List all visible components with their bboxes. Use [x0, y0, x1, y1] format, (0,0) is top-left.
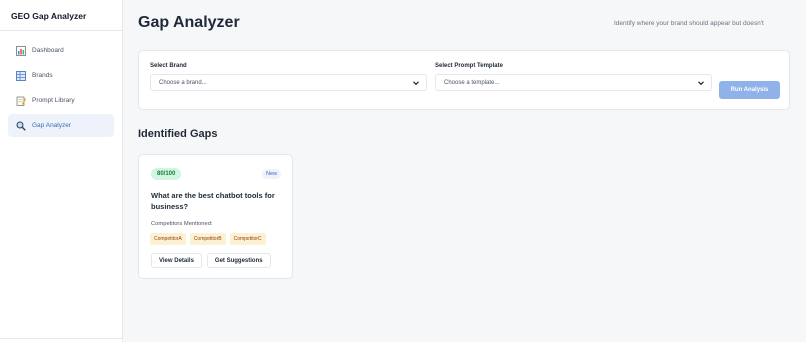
- sidebar: GEO Gap Analyzer Dashboard Brands Prompt…: [0, 0, 123, 342]
- page-title: Gap Analyzer: [138, 14, 240, 31]
- run-analysis-button[interactable]: Run Analysis: [719, 81, 780, 99]
- sidebar-item-label: Prompt Library: [32, 97, 75, 104]
- section-title-identified-gaps: Identified Gaps: [138, 128, 218, 140]
- brand-select-value: Choose a brand...: [159, 79, 207, 86]
- sidebar-item-brands[interactable]: Brands: [8, 64, 114, 87]
- competitor-chip: CompetitorA: [150, 233, 186, 245]
- competitor-chip: CompetitorC: [229, 233, 266, 245]
- gap-card: 80/100 New What are the best chatbot too…: [138, 154, 293, 279]
- table-icon: [16, 70, 26, 81]
- sidebar-item-label: Brands: [32, 72, 53, 79]
- app-title: GEO Gap Analyzer: [0, 0, 122, 31]
- sidebar-nav: Dashboard Brands Prompt Library Gap Anal…: [0, 31, 122, 137]
- competitors-label: Competitors Mentioned:: [151, 221, 213, 227]
- competitor-chip: CompetitorB: [189, 233, 226, 245]
- notepad-icon: [16, 96, 26, 106]
- sidebar-item-prompt-library[interactable]: Prompt Library: [8, 89, 114, 112]
- score-badge: 80/100: [151, 168, 182, 180]
- template-select[interactable]: Choose a template...: [435, 74, 712, 91]
- analysis-form: Select Brand Choose a brand... Select Pr…: [138, 50, 790, 110]
- brand-select[interactable]: Choose a brand...: [150, 74, 427, 91]
- status-badge: New: [261, 169, 281, 179]
- chart-icon: [16, 45, 26, 56]
- page-subtitle: Identify where your brand should appear …: [614, 20, 764, 27]
- template-select-label: Select Prompt Template: [435, 63, 503, 69]
- sidebar-item-label: Dashboard: [32, 47, 64, 54]
- get-suggestions-button[interactable]: Get Suggestions: [206, 253, 271, 268]
- sidebar-item-label: Gap Analyzer: [32, 122, 72, 129]
- chevron-down-icon: [412, 79, 420, 87]
- main-content: Gap Analyzer Identify where your brand s…: [124, 0, 806, 342]
- sidebar-item-gap-analyzer[interactable]: Gap Analyzer: [8, 114, 114, 137]
- sidebar-footer: [0, 338, 123, 342]
- template-select-value: Choose a template...: [444, 79, 500, 86]
- sidebar-item-dashboard[interactable]: Dashboard: [8, 39, 114, 62]
- view-details-button[interactable]: View Details: [151, 253, 202, 268]
- magnifier-icon: [16, 121, 26, 131]
- competitor-chips: CompetitorA CompetitorB CompetitorC: [150, 233, 266, 245]
- gap-card-actions: View Details Get Suggestions: [151, 253, 271, 268]
- brand-select-label: Select Brand: [150, 63, 187, 69]
- chevron-down-icon: [697, 79, 705, 87]
- gap-question: What are the best chatbot tools for busi…: [151, 191, 275, 211]
